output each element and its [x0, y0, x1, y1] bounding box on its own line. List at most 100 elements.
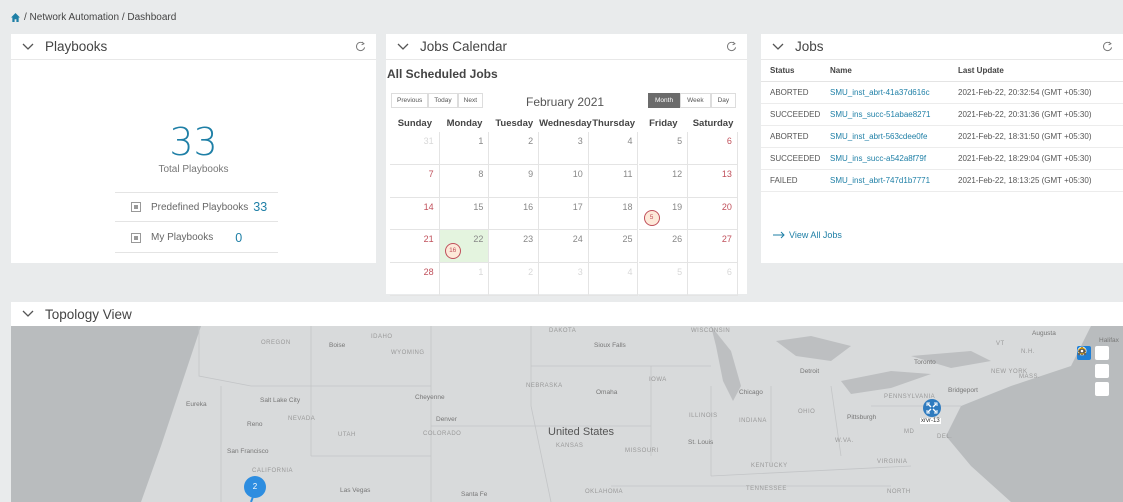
map-label-mass: MASS.	[1019, 374, 1041, 380]
next-button[interactable]: Next	[457, 93, 484, 108]
week-view-button[interactable]: Week	[680, 93, 711, 108]
calendar-day-cell[interactable]: 22 16	[439, 230, 490, 264]
eye-icon[interactable]	[1078, 348, 1109, 396]
calendar-subtitle: All Scheduled Jobs	[387, 67, 498, 81]
job-status: ABORTED	[761, 125, 821, 148]
calendar-day-cell[interactable]: 3	[539, 263, 589, 296]
map-label-missouri: MISSOURI	[625, 448, 659, 454]
table-row[interactable]: ABORTED SMU_inst_abrt-41a37d616c 2021-Feb-…	[761, 81, 1123, 104]
table-row[interactable]: FAILED SMU_inst_abrt-747d1b7771 2021-Feb-2…	[761, 169, 1123, 192]
refresh-icon[interactable]	[1102, 41, 1113, 52]
job-name[interactable]: SMU_ins_succ-51abae8271	[821, 103, 949, 126]
calendar-day-cell[interactable]: 13	[688, 164, 738, 198]
calendar-day-cell[interactable]: 5	[638, 263, 689, 296]
table-row[interactable]: ABORTED SMU_inst_abrt-563cdee0fe 2021-Feb-…	[761, 125, 1123, 148]
router-node[interactable]	[923, 399, 941, 417]
job-name[interactable]: SMU_inst_abrt-747d1b7771	[821, 169, 949, 192]
day-number: 28	[423, 267, 434, 278]
home-icon[interactable]	[11, 13, 20, 22]
column-header-last-update[interactable]: Last Update	[949, 61, 1123, 82]
calendar-day-cell[interactable]: 17	[539, 197, 589, 231]
calendar-day-cell[interactable]: 31	[390, 132, 440, 165]
calendar-day-cell[interactable]: 19 5	[638, 197, 689, 231]
today-button[interactable]: Today	[428, 93, 458, 108]
layers-icon[interactable]	[1077, 347, 1109, 378]
table-row[interactable]: SUCCEEDED SMU_ins_succ-51abae8271 2021-Feb…	[761, 103, 1123, 126]
weekday-saturday: Saturday	[692, 118, 734, 129]
calendar-day-cell[interactable]: 5	[638, 132, 689, 165]
map-label-colorado: COLORADO	[423, 431, 462, 437]
topology-map[interactable]: DAKOTA WISCONSIN IDAHO OREGON Boise WYOMING Si…	[11, 326, 1123, 502]
day-number: 2	[528, 136, 534, 146]
previous-button[interactable]: Previous	[391, 93, 429, 108]
job-count-badge[interactable]: 5	[643, 209, 660, 226]
refresh-icon[interactable]	[726, 41, 737, 52]
day-number: 1	[478, 267, 484, 278]
job-status: SUCCEEDED	[761, 147, 821, 170]
calendar-day-cell[interactable]: 1	[439, 263, 490, 296]
breadcrumb-path[interactable]: / Network Automation / Dashboard	[24, 12, 176, 23]
refresh-icon[interactable]	[355, 41, 366, 52]
weekday-tuesday: Tuesday	[495, 118, 534, 129]
day-number: 15	[473, 201, 484, 212]
calendar-day-cell[interactable]: 4	[588, 132, 639, 165]
device-cluster[interactable]: 2	[244, 476, 266, 498]
calendar-day-cell[interactable]: 9	[489, 164, 540, 198]
day-view-button[interactable]: Day	[710, 93, 737, 108]
calendar-day-cell[interactable]: 23	[489, 230, 540, 264]
map-label-ohio: OHIO	[798, 409, 816, 415]
calendar-day-cell[interactable]: 10	[539, 164, 589, 198]
calendar-day-cell[interactable]: 25	[588, 230, 639, 264]
map-label-augusta: Augusta	[1032, 330, 1056, 337]
calendar-nav: Previous Today Next	[391, 93, 484, 108]
calendar-day-cell[interactable]: 6	[688, 132, 738, 165]
job-name[interactable]: SMU_inst_abrt-41a37d616c	[821, 81, 949, 104]
row-count[interactable]: 33	[253, 200, 267, 214]
chevron-down-icon[interactable]	[771, 40, 785, 54]
column-header-status[interactable]: Status	[761, 61, 821, 82]
calendar-day-cell[interactable]: 16	[489, 197, 540, 231]
calendar-day-cell[interactable]: 18	[588, 197, 639, 231]
calendar-day-cell[interactable]: 21	[390, 230, 440, 264]
job-last-update: 2021-Feb-22, 18:13:25 (GMT +05:30)	[949, 169, 1123, 192]
router-icon	[926, 402, 938, 414]
map-label-vt: VT	[996, 341, 1005, 347]
row-count[interactable]: 0	[235, 231, 242, 245]
calendar-day-cell[interactable]: 6	[688, 263, 738, 296]
chevron-down-icon[interactable]	[21, 40, 35, 54]
topology-layout-icon[interactable]	[1077, 346, 1109, 360]
job-name[interactable]: SMU_inst_abrt-563cdee0fe	[821, 125, 949, 148]
calendar-day-cell[interactable]: 26	[638, 230, 689, 264]
view-all-jobs-link[interactable]: View All Jobs	[773, 230, 842, 240]
calendar-day-cell[interactable]: 8	[439, 164, 490, 198]
month-view-button[interactable]: Month	[648, 93, 681, 108]
panel-title: Jobs	[795, 39, 824, 54]
day-number: 11	[623, 168, 633, 179]
table-row[interactable]: SUCCEEDED SMU_ins_succ-a542a8f79f 2021-Feb…	[761, 147, 1123, 170]
calendar-day-cell[interactable]: 14	[390, 197, 440, 231]
calendar-day-cell[interactable]: 3	[539, 132, 589, 165]
calendar-day-cell[interactable]: 7	[390, 164, 440, 198]
calendar-day-cell[interactable]: 1	[439, 132, 490, 165]
calendar-day-cell[interactable]: 4	[588, 263, 639, 296]
predefined-playbooks-row[interactable]: Predefined Playbooks 33	[115, 192, 278, 222]
job-name[interactable]: SMU_ins_succ-a542a8f79f	[821, 147, 949, 170]
column-header-name[interactable]: Name	[821, 61, 949, 82]
calendar-day-cell[interactable]: 11	[588, 164, 639, 198]
calendar-day-cell[interactable]: 24	[539, 230, 589, 264]
calendar-day-cell[interactable]: 20	[688, 197, 738, 231]
panel-title: Jobs Calendar	[420, 39, 508, 54]
node-label: xrvr-13	[920, 418, 941, 424]
my-playbooks-row[interactable]: My Playbooks 0	[115, 223, 278, 253]
chevron-down-icon[interactable]	[21, 307, 35, 321]
calendar-day-cell[interactable]: 15	[439, 197, 490, 231]
chevron-down-icon[interactable]	[396, 40, 410, 54]
calendar-day-cell[interactable]: 28	[390, 263, 440, 296]
map-label-oregon: OREGON	[261, 340, 291, 346]
calendar-day-cell[interactable]: 2	[489, 132, 540, 165]
calendar-day-cell[interactable]: 27	[688, 230, 738, 264]
view-all-label: View All Jobs	[789, 230, 842, 240]
job-count-badge[interactable]: 16	[444, 243, 461, 260]
calendar-day-cell[interactable]: 2	[489, 263, 540, 296]
calendar-day-cell[interactable]: 12	[638, 164, 689, 198]
